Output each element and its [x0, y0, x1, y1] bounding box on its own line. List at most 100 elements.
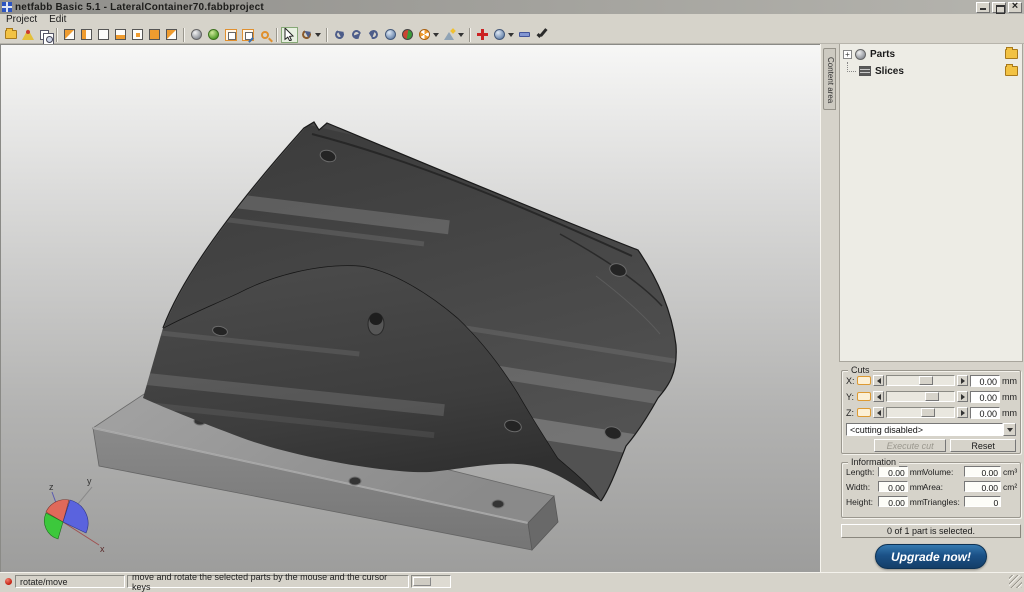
- zoom-icon[interactable]: [256, 27, 273, 43]
- cut-z-slider[interactable]: [886, 407, 955, 418]
- cut-wheel-dropdown-icon[interactable]: [433, 32, 439, 37]
- title-bar: netfabb Basic 5.1 - LateralContainer70.f…: [0, 0, 1024, 14]
- menu-bar: Project Edit: [0, 14, 1024, 26]
- status-progress-thumb: [413, 577, 431, 586]
- parts-icon: [855, 48, 866, 60]
- view-cube-back-icon[interactable]: [95, 27, 112, 43]
- reset-button[interactable]: Reset: [950, 439, 1016, 452]
- cut-y-checkbox[interactable]: [857, 392, 871, 401]
- expand-icon[interactable]: +: [843, 49, 852, 59]
- load-parts-folder-icon[interactable]: [1005, 47, 1018, 59]
- cut-y-slider-left-icon[interactable]: [873, 391, 884, 402]
- cut-x-slider-left-icon[interactable]: [873, 375, 884, 386]
- tree-item-label[interactable]: Slices: [875, 66, 904, 77]
- height-unit: mm: [909, 496, 924, 507]
- cut-x-checkbox[interactable]: [857, 376, 871, 385]
- repair-script-icon[interactable]: [491, 27, 508, 43]
- remove-triangle-icon[interactable]: [516, 27, 533, 43]
- cut-z-value[interactable]: 0.00: [970, 406, 1000, 419]
- viewport-3d[interactable]: z y x: [0, 44, 820, 572]
- volume-unit: cm³: [1003, 466, 1018, 477]
- cut-y-slider-right-icon[interactable]: [957, 391, 968, 402]
- status-bar: rotate/move move and rotate the selected…: [0, 572, 1024, 592]
- cutting-mode-dropdown-icon[interactable]: [1003, 423, 1016, 436]
- shaded-view-icon[interactable]: [188, 27, 205, 43]
- tree-panel: + Parts Slices: [839, 44, 1023, 362]
- length-unit: mm: [909, 466, 924, 477]
- view-cube-iso-icon[interactable]: [61, 27, 78, 43]
- axis-label-x: x: [100, 544, 105, 554]
- tree-item-parts[interactable]: + Parts: [840, 47, 1022, 61]
- view-cube-right-icon[interactable]: [129, 27, 146, 43]
- length-label: Length:: [846, 466, 875, 477]
- tree-item-slices[interactable]: Slices: [840, 62, 1022, 78]
- execute-cut-button[interactable]: Execute cut: [874, 439, 947, 452]
- cut-z-unit: mm: [1002, 407, 1017, 418]
- app-icon: [2, 2, 12, 12]
- add-triangle-icon[interactable]: [474, 27, 491, 43]
- cut-y-slider[interactable]: [886, 391, 955, 402]
- cut-z-slider-thumb[interactable]: [921, 408, 936, 417]
- cut-row-x: X: 0.00 mm: [846, 374, 1017, 387]
- menu-project[interactable]: Project: [0, 14, 43, 26]
- cut-x-slider-thumb[interactable]: [919, 376, 934, 385]
- cut-x-value[interactable]: 0.00: [970, 374, 1000, 387]
- rotate-x-icon[interactable]: [331, 27, 348, 43]
- rotate-tool-dropdown-icon[interactable]: [315, 32, 321, 37]
- rotate-tool-icon[interactable]: [298, 27, 315, 43]
- context-area-tab[interactable]: Content area: [823, 48, 836, 110]
- cut-x-slider-right-icon[interactable]: [957, 375, 968, 386]
- status-progress-bar: [411, 575, 451, 588]
- collision-view-icon[interactable]: [399, 27, 416, 43]
- triangles-label: Triangles:: [922, 496, 960, 507]
- view-cube-front-icon[interactable]: [78, 27, 95, 43]
- rotate-z-icon[interactable]: [365, 27, 382, 43]
- cuts-group: Cuts X: 0.00 mm Y: 0.00 mm Z: 0.00 mm <c…: [841, 365, 1021, 454]
- cut-y-value[interactable]: 0.00: [970, 390, 1000, 403]
- edit-box-icon[interactable]: [239, 27, 256, 43]
- maximize-button[interactable]: [992, 1, 1006, 14]
- cutting-mode-select[interactable]: <cutting disabled>: [846, 423, 1003, 436]
- minimize-button[interactable]: [976, 1, 990, 13]
- information-group: Information Length: 0.00 mm Volume: 0.00…: [841, 457, 1021, 518]
- close-button[interactable]: [1008, 1, 1022, 13]
- selection-status: 0 of 1 part is selected.: [841, 524, 1021, 538]
- open-project-icon[interactable]: [2, 27, 19, 43]
- load-slices-folder-icon[interactable]: [1005, 64, 1018, 76]
- cuts-group-title: Cuts: [848, 365, 873, 375]
- tree-item-label[interactable]: Parts: [870, 49, 895, 60]
- apply-repair-icon[interactable]: [533, 27, 550, 43]
- upgrade-now-button[interactable]: Upgrade now!: [875, 544, 987, 569]
- view-cube-top-icon[interactable]: [146, 27, 163, 43]
- area-label: Area:: [922, 481, 944, 492]
- cut-y-unit: mm: [1002, 391, 1017, 402]
- cut-wheel-icon[interactable]: [416, 27, 433, 43]
- triangles-value: 0: [963, 496, 1002, 508]
- select-cursor-icon[interactable]: [281, 26, 298, 43]
- toolbar-separator: [469, 27, 471, 42]
- material-view-icon[interactable]: [205, 27, 222, 43]
- sphere-view-icon[interactable]: [382, 27, 399, 43]
- cut-y-slider-thumb[interactable]: [924, 392, 939, 401]
- menu-edit[interactable]: Edit: [43, 14, 72, 26]
- cut-z-checkbox[interactable]: [857, 408, 871, 417]
- repair-wizard-icon[interactable]: [441, 27, 458, 43]
- resize-grip-icon[interactable]: [1009, 575, 1022, 588]
- bounding-box-icon[interactable]: [222, 27, 239, 43]
- view-cube-bottom-icon[interactable]: [163, 27, 180, 43]
- volume-value: 0.00: [963, 466, 1001, 478]
- width-unit: mm: [909, 481, 924, 492]
- repair-script-dropdown-icon[interactable]: [508, 32, 514, 37]
- information-group-title: Information: [848, 457, 900, 467]
- add-part-icon[interactable]: [19, 27, 36, 43]
- cut-z-slider-left-icon[interactable]: [873, 407, 884, 418]
- cut-x-slider[interactable]: [886, 375, 955, 386]
- cut-z-slider-right-icon[interactable]: [957, 407, 968, 418]
- status-mode: rotate/move: [15, 575, 125, 588]
- window-title: netfabb Basic 5.1 - LateralContainer70.f…: [15, 1, 264, 13]
- info-row-width-area: Width: 0.00 mm Area: 0.00 cm²: [846, 480, 1017, 493]
- view-cube-left-icon[interactable]: [112, 27, 129, 43]
- copy-part-icon[interactable]: [36, 27, 54, 45]
- repair-wizard-dropdown-icon[interactable]: [458, 32, 464, 37]
- rotate-y-icon[interactable]: [348, 27, 365, 43]
